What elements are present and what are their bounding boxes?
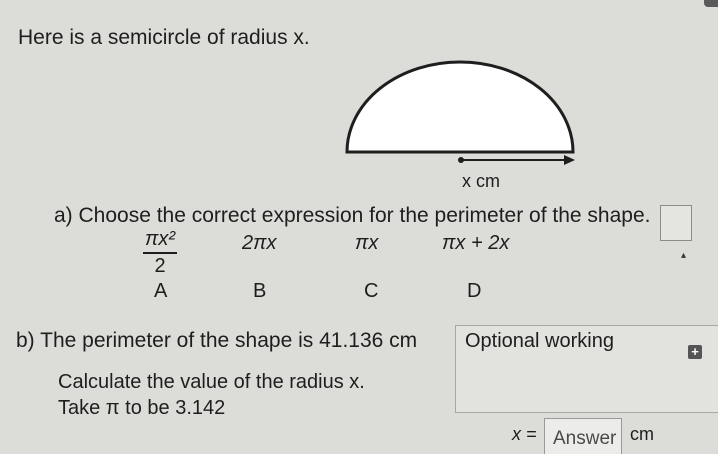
answer-unit: cm: [630, 424, 654, 444]
question-intro: Here is a semicircle of radius x.: [18, 26, 310, 49]
option-c-expression[interactable]: πx: [355, 232, 378, 255]
option-d-letter: D: [467, 280, 482, 302]
optional-working-label: Optional working: [465, 330, 614, 352]
part-a-answer-box[interactable]: [660, 205, 692, 241]
semicircle-shape: [345, 60, 575, 154]
part-b-statement: b) The perimeter of the shape is 41.136 …: [16, 329, 418, 352]
option-d-expression[interactable]: πx + 2x: [442, 232, 509, 255]
semicircle-diagram: x cm: [335, 52, 605, 202]
center-dot: [458, 157, 464, 163]
cursor-icon: ▴: [681, 250, 687, 261]
window-corner-marker: [704, 0, 718, 7]
option-b-expression[interactable]: 2πx: [242, 232, 277, 255]
radius-arrowhead: [564, 155, 575, 165]
option-c-letter: C: [364, 280, 379, 302]
option-a-expression[interactable]: πx² 2: [143, 228, 178, 278]
fraction-numerator: πx²: [143, 228, 178, 254]
fraction: πx² 2: [143, 228, 178, 278]
fraction-denominator: 2: [154, 255, 166, 277]
part-b-instruction: Calculate the value of the radius x.: [58, 371, 365, 393]
option-a-letter: A: [154, 280, 168, 302]
plus-icon[interactable]: +: [688, 345, 702, 359]
pi-note: Take π to be 3.142: [58, 397, 226, 419]
radius-answer-input[interactable]: [544, 418, 622, 454]
part-a-prompt: a) Choose the correct expression for the…: [54, 204, 651, 227]
radius-label: x cm: [462, 171, 500, 191]
answer-prefix: x =: [512, 424, 537, 444]
option-b-letter: B: [253, 280, 267, 302]
